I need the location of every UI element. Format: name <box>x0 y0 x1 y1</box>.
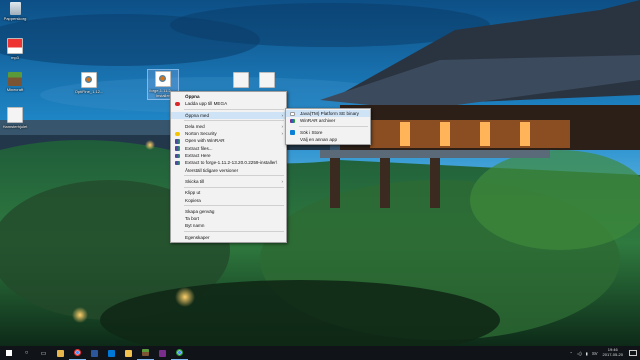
menu-separator <box>184 231 284 233</box>
menu-item-copy[interactable]: Kopiera <box>171 197 286 204</box>
norton-icon <box>175 131 180 137</box>
chevron-right-icon: › <box>281 112 284 118</box>
menu-item-extract-here[interactable]: Extract Here <box>171 152 286 159</box>
menu-item-open[interactable]: Öppna <box>171 93 286 100</box>
menu-item-extract-files[interactable]: Extract files... <box>171 145 286 152</box>
network-icon[interactable]: ▮ <box>586 351 588 356</box>
explorer-icon[interactable] <box>120 346 137 360</box>
desktop-icon-document-2[interactable] <box>252 72 282 89</box>
menu-item-delete[interactable]: Ta bort <box>171 215 286 222</box>
desktop-icon-optifine[interactable]: OptiFine_1.12... <box>74 72 104 94</box>
document-icon <box>259 72 275 88</box>
context-menu: Öppna Ladda upp till MEGA Öppna med › Del… <box>170 91 287 244</box>
task-view-icon[interactable]: ▭ <box>35 346 52 360</box>
desktop-icon-recycle-bin[interactable]: Papperskorg <box>0 2 30 21</box>
menu-item-extract-to[interactable]: Extract to forge-1.11.2-13.20.0.2259-ins… <box>171 159 286 166</box>
chevron-right-icon: › <box>281 178 284 184</box>
start-button[interactable] <box>0 346 18 360</box>
winrar-icon <box>175 139 180 144</box>
menu-item-open-winrar[interactable]: Open with WinRAR <box>171 137 286 144</box>
chevron-up-icon[interactable]: ⌃ <box>569 351 573 356</box>
mail-icon[interactable] <box>103 346 120 360</box>
system-tray: ⌃ ◁) ▮ SV 19:46 2017-05-20 <box>567 346 640 360</box>
minecraft-icon[interactable] <box>137 346 154 360</box>
desktop-icon-mp3[interactable]: mp3 <box>0 38 30 60</box>
chrome-icon[interactable] <box>69 346 86 360</box>
taskbar: ○ ▭ ⌃ ◁) ▮ SV 19:46 2017-05-20 <box>0 346 640 360</box>
winrar-icon <box>175 153 180 159</box>
document-icon <box>7 107 23 123</box>
store-icon <box>290 130 295 135</box>
menu-separator <box>184 109 284 111</box>
notification-center-icon[interactable] <box>629 350 637 356</box>
language-icon[interactable]: SV <box>592 351 598 356</box>
submenu-item-java[interactable]: Java(TM) Platform SE binary <box>286 110 370 118</box>
chevron-right-icon: › <box>281 131 284 137</box>
clock[interactable]: 19:46 2017-05-20 <box>603 348 623 357</box>
file-icon <box>7 38 23 54</box>
mega-icon <box>175 101 180 107</box>
menu-item-rename[interactable]: Byt namn <box>171 222 286 229</box>
java-jar-icon <box>81 72 97 88</box>
menu-item-restore-versions[interactable]: Återställ tidigare versioner <box>171 167 286 174</box>
winrar-icon <box>175 146 180 151</box>
menu-item-cut[interactable]: Klipp ut <box>171 189 286 196</box>
java-icon <box>290 111 295 117</box>
search-icon[interactable]: ○ <box>18 346 35 360</box>
menu-item-norton[interactable]: Norton Security › <box>171 130 286 137</box>
volume-icon[interactable]: ◁) <box>577 351 582 356</box>
open-with-submenu: Java(TM) Platform SE binary WinRAR archi… <box>285 108 371 146</box>
file-explorer-icon[interactable] <box>52 346 69 360</box>
menu-separator <box>184 175 284 177</box>
menu-separator <box>184 120 284 122</box>
winrar-icon <box>175 160 180 166</box>
word-icon[interactable] <box>86 346 103 360</box>
menu-item-send-to[interactable]: Skicka till › <box>171 178 286 185</box>
desktop-wallpaper <box>0 0 640 346</box>
desktop-icon-hamsterhjulet[interactable]: Hamsterhjulet <box>0 107 30 129</box>
menu-separator <box>299 126 368 128</box>
java-jar-icon <box>155 71 171 87</box>
menu-item-create-shortcut[interactable]: Skapa genväg <box>171 208 286 215</box>
menu-item-upload-mega[interactable]: Ladda upp till MEGA <box>171 100 286 107</box>
menu-item-open-with[interactable]: Öppna med › <box>171 111 286 119</box>
menu-separator <box>184 186 284 188</box>
winrar-icon <box>290 118 295 124</box>
chevron-right-icon: › <box>281 123 284 129</box>
menu-item-share-with[interactable]: Dela med › <box>171 123 286 130</box>
menu-separator <box>184 205 284 207</box>
submenu-item-winrar[interactable]: WinRAR archiver <box>286 117 370 124</box>
document-icon <box>233 72 249 88</box>
app-icon[interactable] <box>154 346 171 360</box>
recycle-bin-icon <box>9 2 21 15</box>
submenu-item-store[interactable]: Sök i Store <box>286 129 370 136</box>
submenu-item-choose-app[interactable]: Välj en annan app <box>286 136 370 143</box>
menu-item-properties[interactable]: Egenskaper <box>171 234 286 241</box>
desktop-icon-minecraft[interactable]: Minecraft <box>0 72 30 92</box>
windows-logo-icon <box>6 350 12 356</box>
minecraft-icon <box>8 72 22 86</box>
chrome-icon[interactable] <box>171 346 188 360</box>
